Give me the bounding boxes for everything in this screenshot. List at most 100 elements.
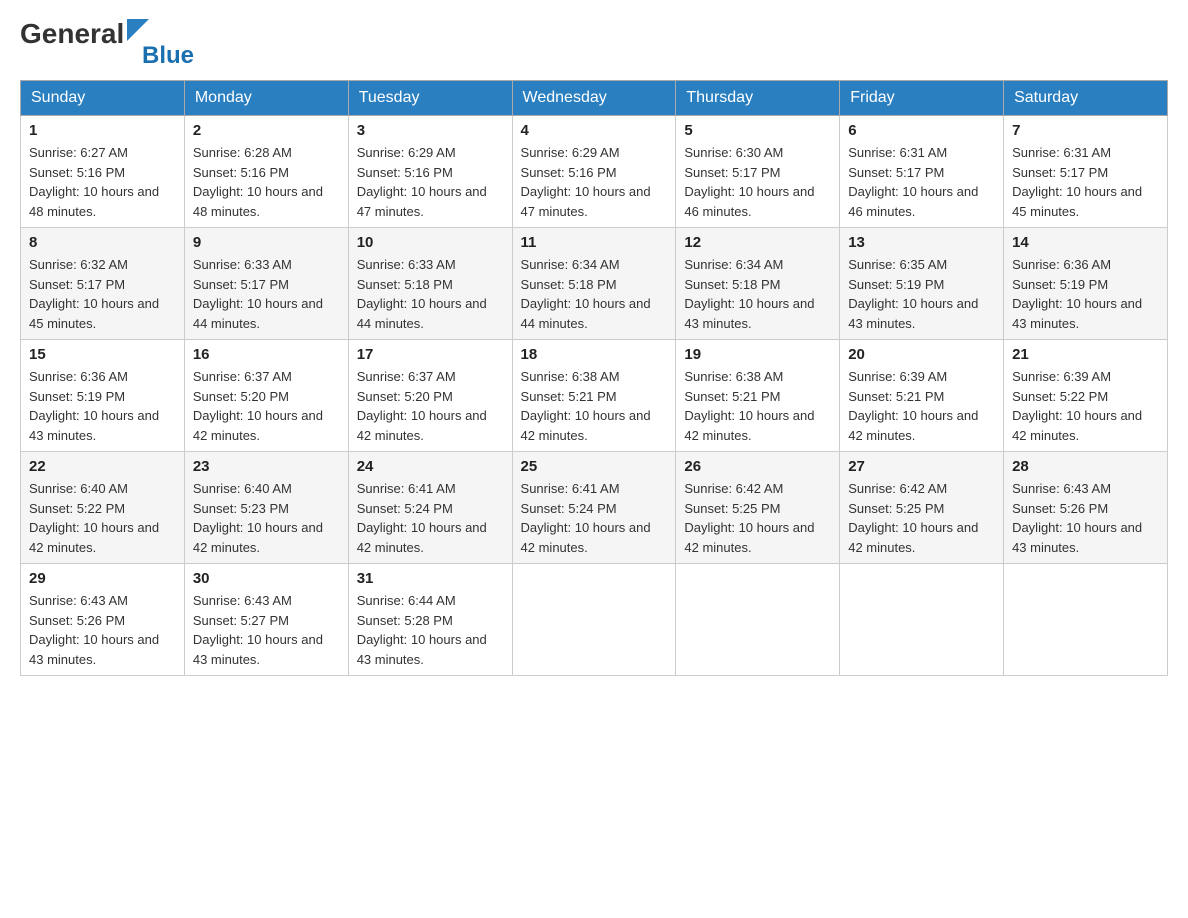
calendar-day-cell (1004, 564, 1168, 676)
weekday-header-monday: Monday (184, 81, 348, 116)
day-number: 22 (29, 458, 176, 475)
day-number: 17 (357, 346, 504, 363)
day-number: 7 (1012, 122, 1159, 139)
day-number: 30 (193, 570, 340, 587)
day-number: 20 (848, 346, 995, 363)
day-info: Sunrise: 6:29 AM Sunset: 5:16 PM Dayligh… (521, 143, 668, 221)
day-number: 4 (521, 122, 668, 139)
calendar-table: SundayMondayTuesdayWednesdayThursdayFrid… (20, 80, 1168, 676)
calendar-day-cell: 9 Sunrise: 6:33 AM Sunset: 5:17 PM Dayli… (184, 228, 348, 340)
weekday-header-thursday: Thursday (676, 81, 840, 116)
calendar-day-cell: 12 Sunrise: 6:34 AM Sunset: 5:18 PM Dayl… (676, 228, 840, 340)
day-info: Sunrise: 6:30 AM Sunset: 5:17 PM Dayligh… (684, 143, 831, 221)
day-number: 24 (357, 458, 504, 475)
calendar-header-row: SundayMondayTuesdayWednesdayThursdayFrid… (21, 81, 1168, 116)
calendar-day-cell: 31 Sunrise: 6:44 AM Sunset: 5:28 PM Dayl… (348, 564, 512, 676)
day-info: Sunrise: 6:41 AM Sunset: 5:24 PM Dayligh… (521, 479, 668, 557)
day-number: 31 (357, 570, 504, 587)
day-info: Sunrise: 6:29 AM Sunset: 5:16 PM Dayligh… (357, 143, 504, 221)
calendar-day-cell: 3 Sunrise: 6:29 AM Sunset: 5:16 PM Dayli… (348, 116, 512, 228)
calendar-day-cell: 29 Sunrise: 6:43 AM Sunset: 5:26 PM Dayl… (21, 564, 185, 676)
calendar-day-cell (840, 564, 1004, 676)
day-info: Sunrise: 6:39 AM Sunset: 5:21 PM Dayligh… (848, 367, 995, 445)
calendar-day-cell: 13 Sunrise: 6:35 AM Sunset: 5:19 PM Dayl… (840, 228, 1004, 340)
weekday-header-friday: Friday (840, 81, 1004, 116)
day-info: Sunrise: 6:34 AM Sunset: 5:18 PM Dayligh… (521, 255, 668, 333)
calendar-day-cell: 8 Sunrise: 6:32 AM Sunset: 5:17 PM Dayli… (21, 228, 185, 340)
calendar-day-cell (676, 564, 840, 676)
calendar-day-cell: 16 Sunrise: 6:37 AM Sunset: 5:20 PM Dayl… (184, 340, 348, 452)
day-info: Sunrise: 6:40 AM Sunset: 5:22 PM Dayligh… (29, 479, 176, 557)
calendar-day-cell (512, 564, 676, 676)
day-info: Sunrise: 6:31 AM Sunset: 5:17 PM Dayligh… (1012, 143, 1159, 221)
day-info: Sunrise: 6:33 AM Sunset: 5:17 PM Dayligh… (193, 255, 340, 333)
day-number: 10 (357, 234, 504, 251)
calendar-day-cell: 7 Sunrise: 6:31 AM Sunset: 5:17 PM Dayli… (1004, 116, 1168, 228)
day-info: Sunrise: 6:38 AM Sunset: 5:21 PM Dayligh… (521, 367, 668, 445)
calendar-day-cell: 4 Sunrise: 6:29 AM Sunset: 5:16 PM Dayli… (512, 116, 676, 228)
day-number: 3 (357, 122, 504, 139)
logo: General Blue (20, 20, 194, 70)
day-info: Sunrise: 6:34 AM Sunset: 5:18 PM Dayligh… (684, 255, 831, 333)
calendar-week-row: 15 Sunrise: 6:36 AM Sunset: 5:19 PM Dayl… (21, 340, 1168, 452)
calendar-day-cell: 26 Sunrise: 6:42 AM Sunset: 5:25 PM Dayl… (676, 452, 840, 564)
day-info: Sunrise: 6:43 AM Sunset: 5:26 PM Dayligh… (29, 591, 176, 669)
day-number: 6 (848, 122, 995, 139)
day-number: 25 (521, 458, 668, 475)
weekday-header-wednesday: Wednesday (512, 81, 676, 116)
day-info: Sunrise: 6:32 AM Sunset: 5:17 PM Dayligh… (29, 255, 176, 333)
day-info: Sunrise: 6:31 AM Sunset: 5:17 PM Dayligh… (848, 143, 995, 221)
day-number: 26 (684, 458, 831, 475)
day-info: Sunrise: 6:36 AM Sunset: 5:19 PM Dayligh… (1012, 255, 1159, 333)
day-number: 13 (848, 234, 995, 251)
day-info: Sunrise: 6:42 AM Sunset: 5:25 PM Dayligh… (848, 479, 995, 557)
calendar-day-cell: 24 Sunrise: 6:41 AM Sunset: 5:24 PM Dayl… (348, 452, 512, 564)
day-number: 28 (1012, 458, 1159, 475)
day-info: Sunrise: 6:37 AM Sunset: 5:20 PM Dayligh… (357, 367, 504, 445)
calendar-day-cell: 14 Sunrise: 6:36 AM Sunset: 5:19 PM Dayl… (1004, 228, 1168, 340)
calendar-day-cell: 21 Sunrise: 6:39 AM Sunset: 5:22 PM Dayl… (1004, 340, 1168, 452)
day-number: 5 (684, 122, 831, 139)
calendar-week-row: 8 Sunrise: 6:32 AM Sunset: 5:17 PM Dayli… (21, 228, 1168, 340)
calendar-day-cell: 5 Sunrise: 6:30 AM Sunset: 5:17 PM Dayli… (676, 116, 840, 228)
calendar-day-cell: 2 Sunrise: 6:28 AM Sunset: 5:16 PM Dayli… (184, 116, 348, 228)
calendar-day-cell: 20 Sunrise: 6:39 AM Sunset: 5:21 PM Dayl… (840, 340, 1004, 452)
day-number: 23 (193, 458, 340, 475)
calendar-day-cell: 10 Sunrise: 6:33 AM Sunset: 5:18 PM Dayl… (348, 228, 512, 340)
day-info: Sunrise: 6:40 AM Sunset: 5:23 PM Dayligh… (193, 479, 340, 557)
calendar-week-row: 29 Sunrise: 6:43 AM Sunset: 5:26 PM Dayl… (21, 564, 1168, 676)
day-number: 15 (29, 346, 176, 363)
calendar-week-row: 1 Sunrise: 6:27 AM Sunset: 5:16 PM Dayli… (21, 116, 1168, 228)
day-number: 2 (193, 122, 340, 139)
day-number: 14 (1012, 234, 1159, 251)
calendar-week-row: 22 Sunrise: 6:40 AM Sunset: 5:22 PM Dayl… (21, 452, 1168, 564)
day-number: 1 (29, 122, 176, 139)
calendar-day-cell: 19 Sunrise: 6:38 AM Sunset: 5:21 PM Dayl… (676, 340, 840, 452)
calendar-day-cell: 27 Sunrise: 6:42 AM Sunset: 5:25 PM Dayl… (840, 452, 1004, 564)
calendar-day-cell: 23 Sunrise: 6:40 AM Sunset: 5:23 PM Dayl… (184, 452, 348, 564)
day-info: Sunrise: 6:39 AM Sunset: 5:22 PM Dayligh… (1012, 367, 1159, 445)
day-info: Sunrise: 6:42 AM Sunset: 5:25 PM Dayligh… (684, 479, 831, 557)
calendar-day-cell: 15 Sunrise: 6:36 AM Sunset: 5:19 PM Dayl… (21, 340, 185, 452)
day-number: 16 (193, 346, 340, 363)
day-info: Sunrise: 6:37 AM Sunset: 5:20 PM Dayligh… (193, 367, 340, 445)
weekday-header-tuesday: Tuesday (348, 81, 512, 116)
calendar-day-cell: 17 Sunrise: 6:37 AM Sunset: 5:20 PM Dayl… (348, 340, 512, 452)
weekday-header-saturday: Saturday (1004, 81, 1168, 116)
calendar-day-cell: 25 Sunrise: 6:41 AM Sunset: 5:24 PM Dayl… (512, 452, 676, 564)
calendar-day-cell: 11 Sunrise: 6:34 AM Sunset: 5:18 PM Dayl… (512, 228, 676, 340)
calendar-day-cell: 30 Sunrise: 6:43 AM Sunset: 5:27 PM Dayl… (184, 564, 348, 676)
day-number: 19 (684, 346, 831, 363)
day-number: 18 (521, 346, 668, 363)
day-info: Sunrise: 6:36 AM Sunset: 5:19 PM Dayligh… (29, 367, 176, 445)
day-info: Sunrise: 6:44 AM Sunset: 5:28 PM Dayligh… (357, 591, 504, 669)
day-info: Sunrise: 6:27 AM Sunset: 5:16 PM Dayligh… (29, 143, 176, 221)
calendar-day-cell: 6 Sunrise: 6:31 AM Sunset: 5:17 PM Dayli… (840, 116, 1004, 228)
day-info: Sunrise: 6:43 AM Sunset: 5:27 PM Dayligh… (193, 591, 340, 669)
day-info: Sunrise: 6:35 AM Sunset: 5:19 PM Dayligh… (848, 255, 995, 333)
day-info: Sunrise: 6:41 AM Sunset: 5:24 PM Dayligh… (357, 479, 504, 557)
day-number: 29 (29, 570, 176, 587)
page-header: General Blue (20, 20, 1168, 70)
day-number: 11 (521, 234, 668, 251)
logo-triangle-icon (127, 19, 149, 41)
